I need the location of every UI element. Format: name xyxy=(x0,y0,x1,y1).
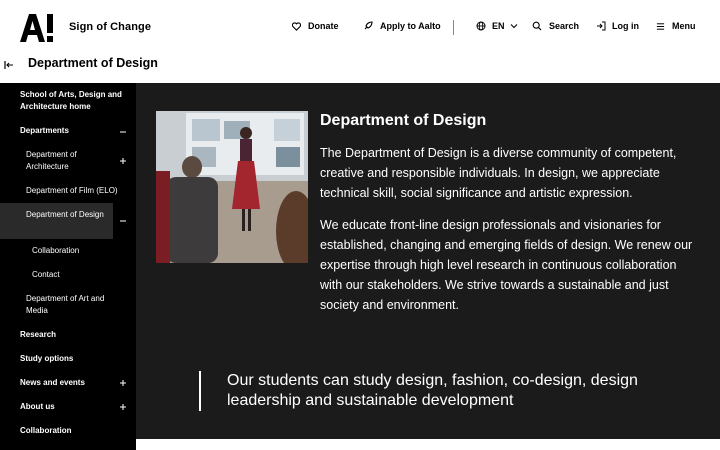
mission-paragraph: We educate front-line design professiona… xyxy=(320,218,693,312)
sidebar-item-collaboration[interactable]: Collaboration xyxy=(0,425,136,439)
rocket-icon xyxy=(363,21,373,31)
menu-label: Menu xyxy=(672,21,696,31)
login-link[interactable]: Log in xyxy=(596,21,639,31)
sidebar-item-film[interactable]: Department of Film (ELO) xyxy=(0,185,136,199)
sidebar-item-label: Collaboration xyxy=(20,426,72,435)
hamburger-icon xyxy=(655,21,665,31)
login-label: Log in xyxy=(612,21,639,31)
expand-icon[interactable] xyxy=(119,379,127,387)
tagline: Sign of Change xyxy=(69,21,152,33)
sidebar-item-label: Department of Design xyxy=(26,210,104,219)
apply-label: Apply to Aalto xyxy=(380,21,441,31)
sidebar-item-architecture[interactable]: Department of Architecture xyxy=(0,149,136,175)
search-icon xyxy=(532,21,542,31)
sidebar-item-label: Collaboration xyxy=(32,246,80,255)
login-icon xyxy=(596,21,606,31)
intro-paragraph: The Department of Design is a diverse co… xyxy=(320,146,677,200)
hero-photo xyxy=(156,111,308,263)
menu-button[interactable]: Menu xyxy=(655,21,696,31)
sidebar-item-design[interactable]: Department of Design xyxy=(0,203,113,239)
sidebar-item-about-us[interactable]: About us xyxy=(0,401,136,415)
globe-icon xyxy=(476,21,486,31)
sidebar-item-label: Department of Art and Media xyxy=(26,294,105,315)
main-content: Department of Design The Department of D… xyxy=(136,83,720,439)
sidebar-item-label: Departments xyxy=(20,126,69,135)
sidebar-item-label: Contact xyxy=(32,270,60,279)
search-label: Search xyxy=(549,21,580,31)
sidebar-item-research[interactable]: Research xyxy=(0,329,136,343)
page-subheader: Department of Design xyxy=(0,56,720,83)
sidebar-item-collaboration-sub[interactable]: Collaboration xyxy=(0,245,136,259)
sidebar-item-label: About us xyxy=(20,402,55,411)
collapse-icon[interactable] xyxy=(119,128,127,136)
sidebar-item-school-home[interactable]: School of Arts, Design and Architecture … xyxy=(0,89,136,115)
aalto-logo[interactable] xyxy=(20,14,54,42)
sidebar-item-label: News and events xyxy=(20,378,85,387)
sidebar-item-art-media[interactable]: Department of Art and Media xyxy=(0,293,136,319)
highlight-quote: Our students can study design, fashion, … xyxy=(227,372,638,409)
apply-link[interactable]: Apply to Aalto xyxy=(363,21,441,31)
expand-icon[interactable] xyxy=(119,403,127,411)
heart-icon xyxy=(291,21,301,31)
search-button[interactable]: Search xyxy=(532,21,579,31)
sidebar-item-label: School of Arts, Design and Architecture … xyxy=(20,90,122,111)
page-title: Department of Design xyxy=(28,56,158,70)
sidebar-item-departments[interactable]: Departments xyxy=(0,125,136,139)
sidebar-item-label: Study options xyxy=(20,354,74,363)
donate-label: Donate xyxy=(308,21,339,31)
sidebar-nav: School of Arts, Design and Architecture … xyxy=(0,83,136,450)
expand-icon[interactable] xyxy=(119,157,127,165)
sidebar-item-study-options[interactable]: Study options xyxy=(0,353,136,367)
collapse-icon[interactable] xyxy=(119,217,127,225)
content-below xyxy=(136,439,720,450)
sidebar-item-label: Research xyxy=(20,330,57,339)
language-label: EN xyxy=(492,21,505,31)
collapse-sidebar-icon[interactable] xyxy=(4,60,14,70)
sidebar-item-contact[interactable]: Contact xyxy=(0,269,136,283)
header-divider xyxy=(453,20,454,35)
site-header: Sign of Change Donate Apply to Aalto EN … xyxy=(0,0,720,56)
chevron-down-icon xyxy=(509,21,519,31)
sidebar-item-label: Department of Film (ELO) xyxy=(26,186,118,195)
language-selector[interactable]: EN xyxy=(476,21,519,31)
donate-link[interactable]: Donate xyxy=(291,21,339,31)
quote-bar xyxy=(199,371,201,411)
sidebar-item-label: Department of Architecture xyxy=(26,150,77,171)
sidebar-item-news-events[interactable]: News and events xyxy=(0,377,136,391)
section-heading: Department of Design xyxy=(320,112,487,129)
